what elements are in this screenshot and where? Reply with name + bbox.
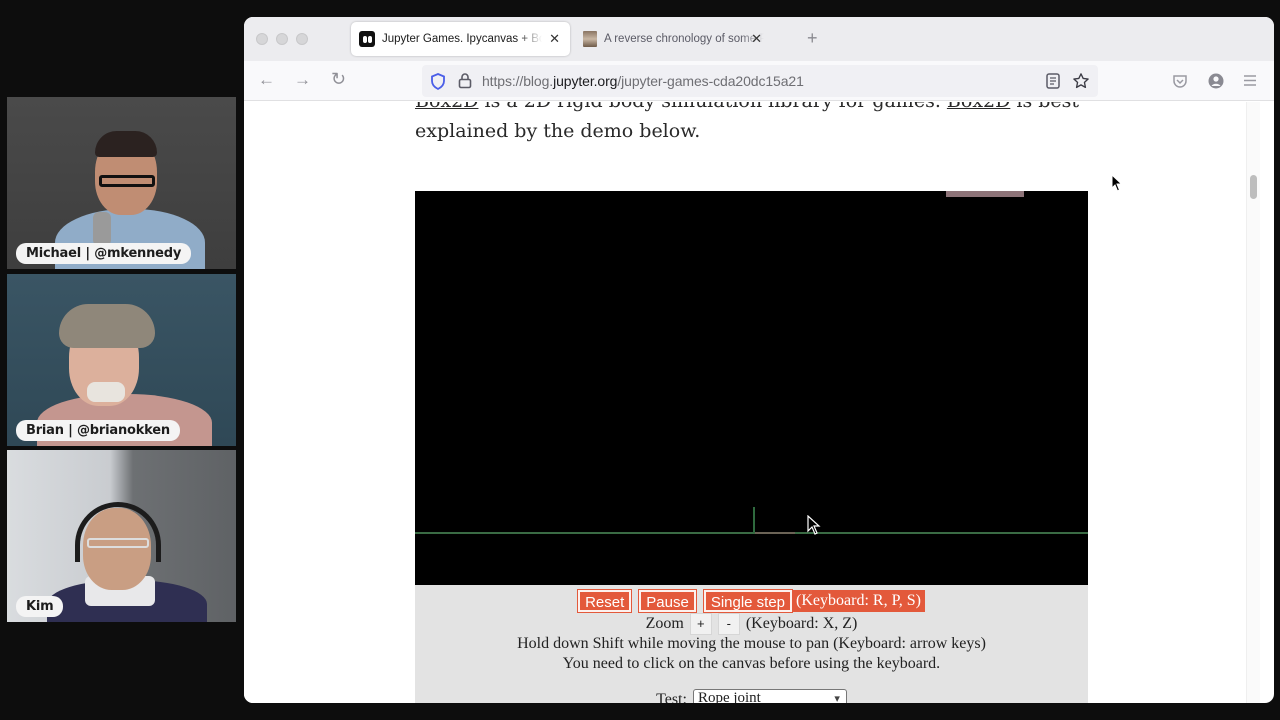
article-text-segment: is best <box>1010 102 1079 112</box>
back-button[interactable]: ← <box>258 70 275 90</box>
box2d-canvas[interactable] <box>415 191 1088 585</box>
pause-button[interactable]: Pause <box>638 589 697 613</box>
photo-icon <box>583 31 597 47</box>
pan-hint: Hold down Shift while moving the mouse t… <box>517 635 986 652</box>
browser-window: Jupyter Games. Ipycanvas + Box2D ✕ A rev… <box>244 17 1274 703</box>
demo-controls: Reset Pause Single step (Keyboard: R, P,… <box>415 585 1088 703</box>
page-scrollbar[interactable] <box>1246 102 1260 703</box>
article-paragraph-line: Box2D is a 2D rigid body simulation libr… <box>415 102 1079 112</box>
article-text-segment: is a 2D rigid body simulation library fo… <box>478 102 946 112</box>
url-domain: jupyter.org <box>553 73 618 89</box>
lock-icon[interactable] <box>458 72 472 89</box>
tab-title: Jupyter Games. Ipycanvas + Box2D <box>382 33 542 45</box>
ground-line <box>415 532 1088 534</box>
zoom-row: Zoom + - (Keyboard: X, Z) <box>415 613 1088 635</box>
menu-icon[interactable] <box>1243 74 1257 87</box>
rope-segment <box>755 532 795 534</box>
keyboard-hint: (Keyboard: R, P, S) <box>792 590 925 612</box>
forward-button[interactable]: → <box>294 70 311 90</box>
bookmark-star-icon[interactable] <box>1072 72 1090 90</box>
navigation-bar: ← → ↻ https://blog.jupyter.org/jupyter-g… <box>244 61 1274 101</box>
reload-button[interactable]: ↻ <box>331 69 346 90</box>
video-tile-michael: Michael | @mkennedy <box>7 97 236 269</box>
zoom-label: Zoom <box>645 615 684 632</box>
test-selected-value: Rope joint <box>697 690 761 703</box>
close-tab-icon[interactable]: ✕ <box>751 31 762 47</box>
minimize-window-button[interactable] <box>276 33 288 45</box>
url-text[interactable]: https://blog.jupyter.org/jupyter-games-c… <box>482 73 804 89</box>
url-prefix: https://blog. <box>482 73 554 89</box>
maximize-window-button[interactable] <box>296 33 308 45</box>
test-select[interactable]: Rope joint ▾ <box>692 689 847 703</box>
tab-bar: Jupyter Games. Ipycanvas + Box2D ✕ A rev… <box>244 17 1274 61</box>
test-label: Test: <box>656 691 687 703</box>
box2d-link[interactable]: Box2D <box>947 102 1010 112</box>
mouse-cursor-icon <box>807 515 821 535</box>
click-hint: You need to click on the canvas before u… <box>562 655 941 672</box>
video-tile-brian: Brian | @brianokken <box>7 274 236 446</box>
test-selector-row: Test: Rope joint ▾ <box>415 689 1088 703</box>
zoom-in-button[interactable]: + <box>689 613 712 635</box>
scrollbar-thumb[interactable] <box>1250 175 1257 199</box>
account-icon[interactable] <box>1208 73 1224 89</box>
zoom-out-button[interactable]: - <box>717 613 740 635</box>
participant-name-badge: Kim <box>16 596 64 617</box>
page-content: Box2D is a 2D rigid body simulation libr… <box>244 102 1260 703</box>
single-step-button[interactable]: Single step <box>702 589 794 613</box>
video-tile-kim: Kim <box>7 450 236 622</box>
participant-name-badge: Brian | @brianokken <box>16 420 180 441</box>
simulation-button-row: Reset Pause Single step (Keyboard: R, P,… <box>415 589 1088 613</box>
tab-reverse-chronology[interactable]: A reverse chronology of some Python ✕ <box>579 22 784 56</box>
mouse-pointer-icon <box>1111 174 1123 192</box>
shield-icon[interactable] <box>430 73 446 90</box>
chevron-down-icon: ▾ <box>834 693 840 703</box>
new-tab-button[interactable]: + <box>807 28 818 49</box>
url-path: /jupyter-games-cda20dc15a21 <box>617 73 804 89</box>
pocket-icon[interactable] <box>1172 74 1188 89</box>
jupyter-icon <box>359 31 375 47</box>
close-tab-icon[interactable]: ✕ <box>549 31 560 47</box>
url-bar[interactable]: https://blog.jupyter.org/jupyter-games-c… <box>422 65 1098 97</box>
article-paragraph-line: explained by the demo below. <box>415 120 701 142</box>
physics-body <box>946 191 1024 197</box>
tab-title: A reverse chronology of some Python <box>604 33 764 45</box>
tab-jupyter-games[interactable]: Jupyter Games. Ipycanvas + Box2D ✕ <box>351 22 570 56</box>
close-window-button[interactable] <box>256 33 268 45</box>
participant-name-badge: Michael | @mkennedy <box>16 243 192 264</box>
zoom-keyboard-hint: (Keyboard: X, Z) <box>745 615 858 632</box>
reset-button[interactable]: Reset <box>577 589 633 613</box>
rope-anchor <box>753 507 755 533</box>
box2d-link[interactable]: Box2D <box>415 102 478 112</box>
reader-view-icon[interactable] <box>1046 73 1060 89</box>
